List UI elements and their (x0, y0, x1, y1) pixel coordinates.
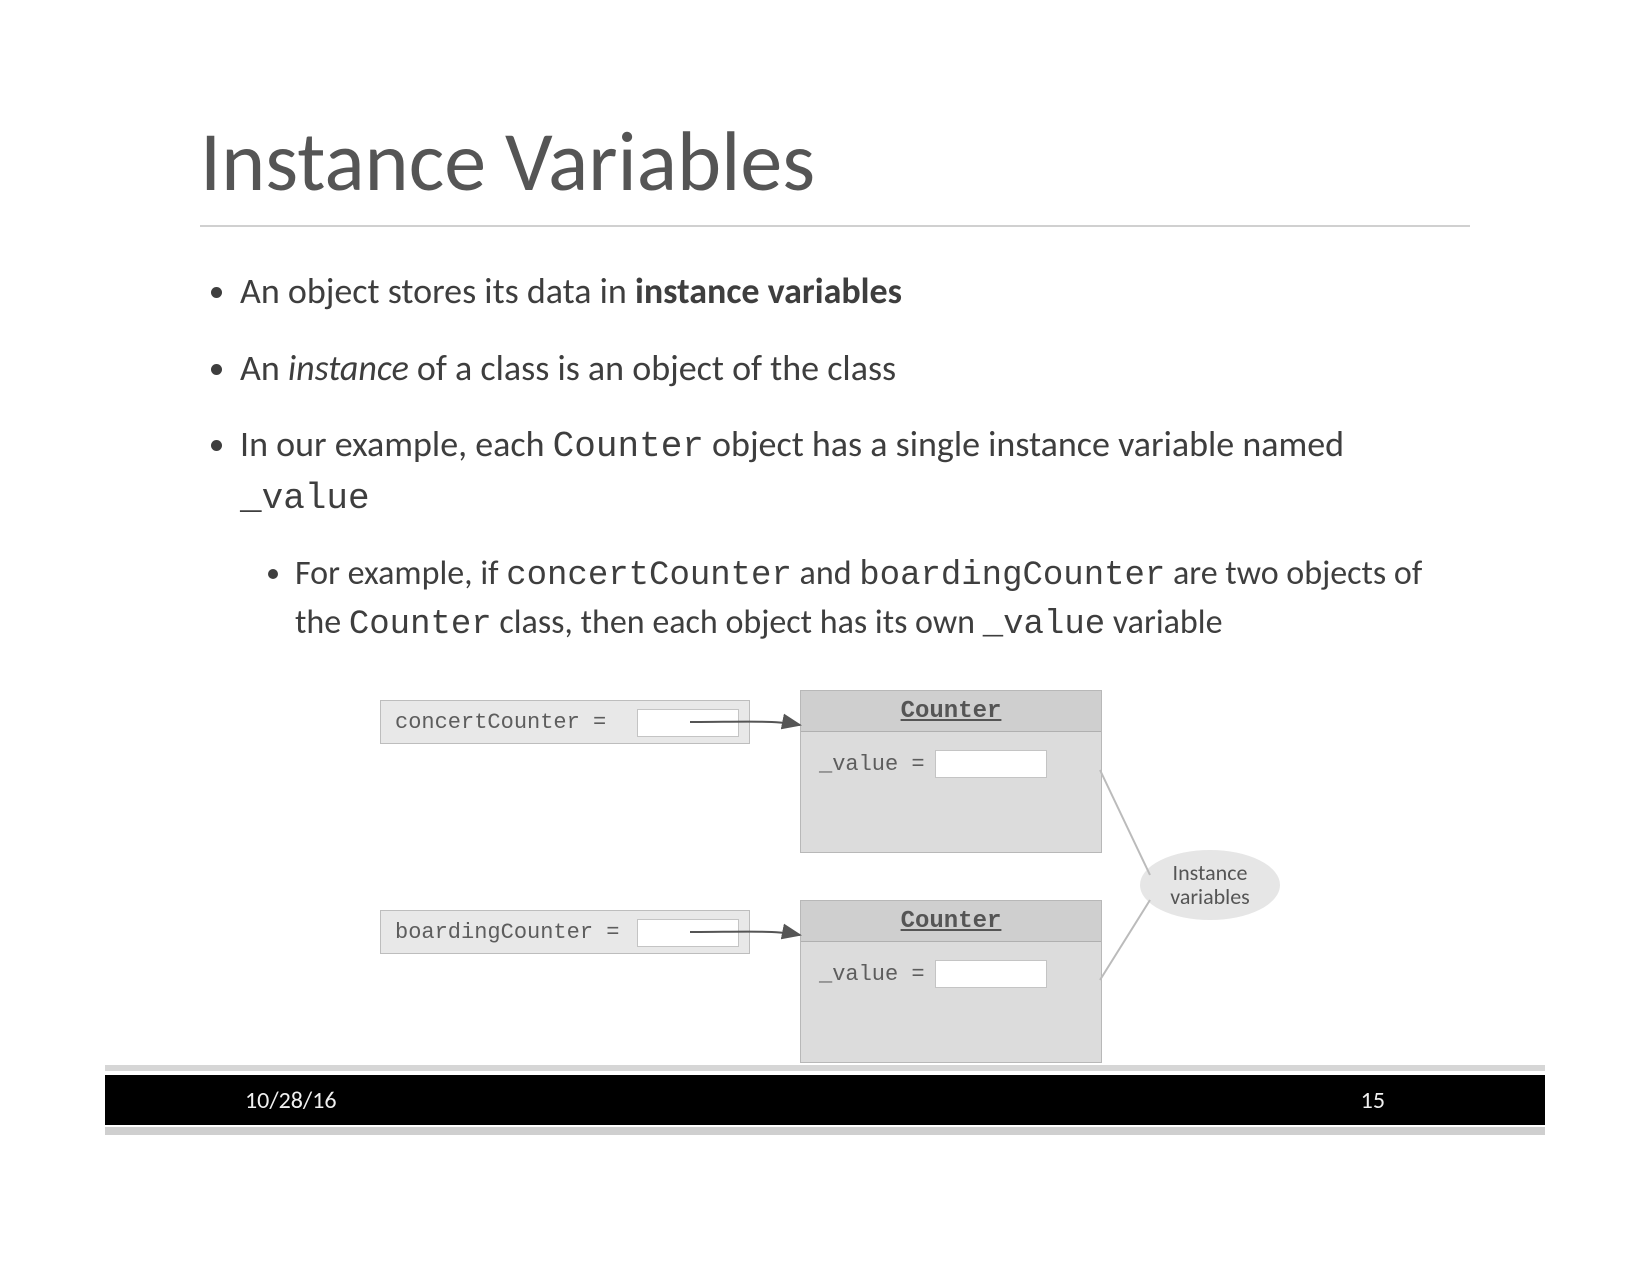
code-text: Counter (349, 606, 492, 644)
slide-footer: 10/28/16 15 (105, 1075, 1545, 1125)
reference-slot (637, 919, 739, 947)
code-text: _value (240, 478, 370, 519)
code-text: Counter (553, 426, 704, 467)
text: variable (1105, 602, 1222, 643)
sub-bullet-list: For example, if concertCounter and board… (240, 551, 1470, 649)
code-text: _value (983, 606, 1105, 644)
footer-bottom-stripe (105, 1127, 1545, 1135)
callout-instance-variables: Instance variables (1140, 850, 1280, 920)
field-value-slot (935, 750, 1047, 778)
field-row: _value = (819, 960, 1047, 988)
reference-box-boarding: boardingCounter = (380, 910, 750, 954)
slide-title: Instance Variables (200, 110, 1470, 213)
code-text: boardingCounter (859, 557, 1165, 595)
callout-text: Instance variables (1140, 861, 1280, 909)
object-body: _value = (801, 732, 1101, 852)
text: In our example, each (240, 422, 553, 466)
bullet-1: An object stores its data in instance va… (240, 267, 1470, 316)
italic-text: instance (288, 346, 409, 390)
sub-bullet-1: For example, if concertCounter and board… (295, 551, 1470, 649)
object-box-2: Counter _value = (800, 900, 1102, 1063)
reference-slot (637, 709, 739, 737)
footer-date: 10/28/16 (245, 1086, 337, 1115)
field-value-slot (935, 960, 1047, 988)
text: class, then each object has its own (492, 602, 983, 643)
text: of a class is an object of the class (409, 346, 896, 390)
text: For example, if (295, 553, 506, 594)
bullet-list: An object stores its data in instance va… (200, 267, 1470, 649)
content-area: Instance Variables An object stores its … (200, 110, 1470, 677)
title-divider (200, 225, 1470, 227)
bullet-3: In our example, each Counter object has … (240, 420, 1470, 649)
object-header: Counter (801, 691, 1101, 732)
text: An object stores its data in (240, 269, 635, 313)
text: object has a single instance variable na… (704, 422, 1344, 466)
object-header: Counter (801, 901, 1101, 942)
text: and (792, 553, 859, 594)
bullet-2: An instance of a class is an object of t… (240, 344, 1470, 393)
slide: Instance Variables An object stores its … (0, 0, 1650, 1275)
text: An (240, 346, 288, 390)
label: concertCounter = (395, 710, 606, 735)
field-label: _value = (819, 962, 925, 987)
bold-text: instance variables (635, 269, 902, 313)
code-text: concertCounter (506, 557, 792, 595)
footer-top-stripe (105, 1065, 1545, 1071)
field-row: _value = (819, 750, 1047, 778)
object-body: _value = (801, 942, 1101, 1062)
object-box-1: Counter _value = (800, 690, 1102, 853)
field-label: _value = (819, 752, 925, 777)
label: boardingCounter = (395, 920, 619, 945)
object-diagram: concertCounter = Counter _value = boardi… (380, 690, 1330, 1090)
reference-box-concert: concertCounter = (380, 700, 750, 744)
footer-page-number: 15 (1361, 1086, 1545, 1115)
